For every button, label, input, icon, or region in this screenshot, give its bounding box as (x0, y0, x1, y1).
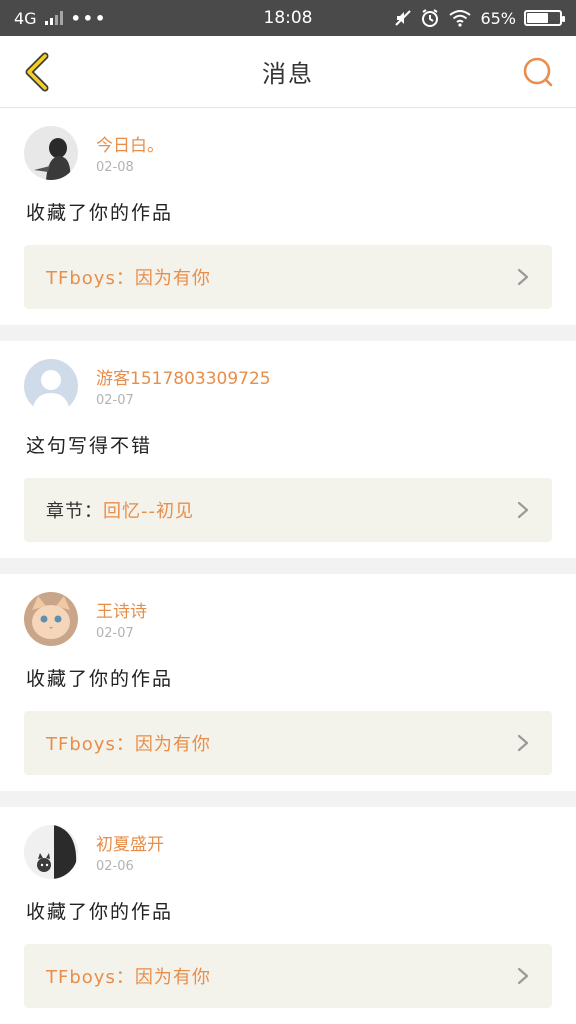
divider (0, 791, 576, 807)
message-text: 收藏了你的作品 (26, 901, 174, 923)
alarm-icon (422, 9, 439, 27)
back-button[interactable] (18, 52, 58, 92)
message-card[interactable]: 今日白。 02-08 收藏了你的作品 TFboys：因为有你 (0, 108, 576, 325)
battery-percent: 65% (480, 8, 516, 28)
username[interactable]: 王诗诗 (96, 597, 147, 622)
message-text: 这句写得不错 (26, 435, 153, 457)
message-card[interactable]: 初夏盛开 02-06 收藏了你的作品 TFboys：因为有你 (0, 807, 576, 1024)
divider (0, 325, 576, 341)
avatar[interactable] (24, 825, 78, 879)
referenced-work-link[interactable]: TFboys：因为有你 (24, 711, 552, 775)
ref-prefix: TFboys： (46, 967, 135, 988)
message-date: 02-08 (96, 160, 134, 175)
ref-title: 因为有你 (134, 734, 211, 755)
avatar[interactable] (24, 126, 78, 180)
message-list: 今日白。 02-08 收藏了你的作品 TFboys：因为有你 游客1517803… (0, 108, 576, 1024)
page-title: 消息 (262, 60, 314, 88)
ref-prefix: TFboys： (46, 268, 135, 289)
message-card[interactable]: 王诗诗 02-07 收藏了你的作品 TFboys：因为有你 (0, 574, 576, 791)
referenced-work-link[interactable]: TFboys：因为有你 (24, 245, 552, 309)
username[interactable]: 游客1517803309725 (96, 364, 271, 389)
battery-level (527, 13, 548, 23)
search-icon (523, 57, 553, 86)
search-button[interactable] (518, 52, 558, 92)
message-text: 收藏了你的作品 (26, 202, 174, 224)
chevron-left-icon (25, 52, 49, 91)
chevron-right-icon (517, 268, 529, 286)
message-card[interactable]: 游客1517803309725 02-07 这句写得不错 章节：回忆--初见 (0, 341, 576, 558)
mute-icon (395, 10, 412, 26)
referenced-work-link[interactable]: TFboys：因为有你 (24, 944, 552, 1008)
ref-title: 因为有你 (134, 268, 211, 289)
message-text: 收藏了你的作品 (26, 668, 174, 690)
status-bar: 4G ••• 18:08 65% (0, 0, 576, 36)
chevron-right-icon (517, 501, 529, 519)
chevron-right-icon (517, 967, 529, 985)
divider (0, 558, 576, 574)
battery-icon (524, 10, 565, 26)
more-notifications-icon: ••• (70, 8, 108, 28)
avatar[interactable] (24, 592, 78, 646)
top-nav-bar: 消息 (0, 36, 576, 108)
ref-title: 回忆--初见 (103, 501, 194, 522)
message-date: 02-07 (96, 393, 134, 408)
network-label: 4G (14, 8, 37, 28)
username[interactable]: 初夏盛开 (96, 830, 164, 855)
chevron-right-icon (517, 734, 529, 752)
ref-prefix: TFboys： (46, 734, 135, 755)
referenced-work-link[interactable]: 章节：回忆--初见 (24, 478, 552, 542)
ref-prefix: 章节： (46, 501, 103, 522)
ref-title: 因为有你 (134, 967, 211, 988)
wifi-icon (449, 10, 472, 27)
username[interactable]: 今日白。 (96, 131, 164, 156)
avatar[interactable] (24, 359, 78, 413)
message-date: 02-06 (96, 859, 134, 874)
signal-icon (44, 11, 63, 25)
message-date: 02-07 (96, 626, 134, 641)
